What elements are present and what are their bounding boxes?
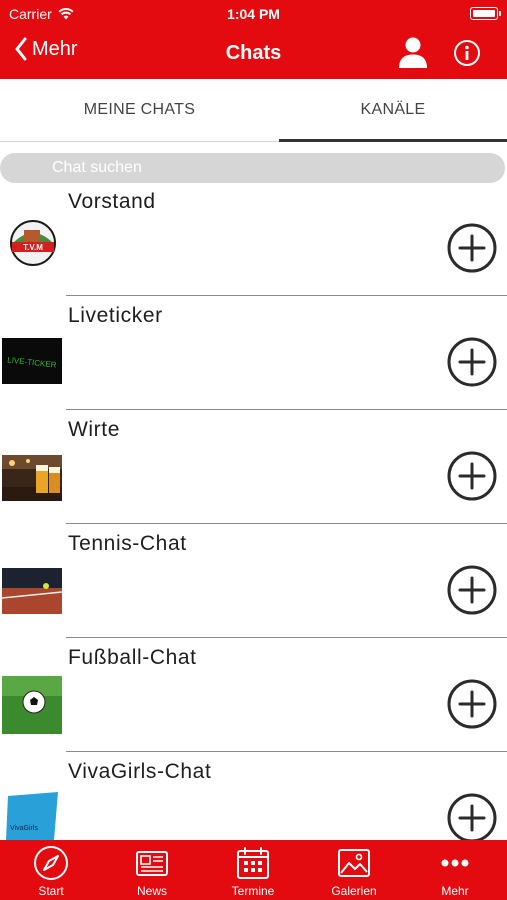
logo-text: T.V.M: [23, 243, 43, 252]
channel-avatar: [2, 568, 62, 614]
status-bar: Carrier 1:04 PM: [0, 0, 507, 27]
tab-news[interactable]: News: [102, 840, 202, 900]
list-item[interactable]: LIVE-TICKER Liveticker: [0, 296, 507, 410]
add-circle-icon[interactable]: [446, 792, 498, 840]
add-circle-icon[interactable]: [446, 564, 498, 616]
club-logo-icon: T.V.M: [2, 220, 62, 266]
football-thumbnail: [2, 676, 62, 734]
page-title: Chats: [225, 42, 282, 64]
vivagirls-thumbnail: VivaGirls: [2, 792, 62, 840]
channel-name: VivaGirls-Chat: [68, 760, 212, 783]
tab-meine-chats[interactable]: MEINE CHATS: [13, 79, 266, 141]
calendar-icon: [237, 847, 269, 879]
search-input[interactable]: [0, 153, 505, 183]
list-item[interactable]: VivaGirls VivaGirls-Chat: [0, 752, 507, 840]
channel-name: Fußball-Chat: [68, 646, 197, 669]
tab-start[interactable]: Start: [1, 840, 101, 900]
active-tab-indicator: [279, 139, 507, 142]
channel-avatar: VivaGirls: [2, 792, 62, 840]
add-circle-icon[interactable]: [446, 222, 498, 274]
channel-avatar: [2, 676, 62, 734]
channel-avatar: T.V.M: [2, 220, 62, 266]
tab-mehr[interactable]: Mehr: [405, 840, 505, 900]
tennis-court-thumbnail: [2, 568, 62, 614]
bottom-tab-bar: Start News Termine Galerien Mehr: [0, 840, 507, 900]
channel-avatar: [2, 455, 62, 501]
tab-meine-chats-label: MEINE CHATS: [83, 101, 196, 118]
newspaper-icon: [136, 851, 168, 876]
tab-termine[interactable]: Termine: [203, 840, 303, 900]
channel-name: Liveticker: [68, 304, 163, 327]
compass-icon: [34, 846, 68, 880]
search-bar: [0, 153, 505, 183]
channel-name: Tennis-Chat: [68, 532, 187, 555]
clock: 1:04 PM: [227, 6, 280, 22]
tab-label: Termine: [231, 884, 275, 898]
user-icon[interactable]: [396, 35, 430, 69]
list-item[interactable]: Wirte: [0, 410, 507, 524]
tab-label: Galerien: [331, 884, 377, 898]
info-icon[interactable]: [453, 39, 481, 67]
add-circle-icon[interactable]: [446, 450, 498, 502]
beer-glasses-thumbnail: [2, 455, 62, 501]
tab-kanaele[interactable]: KANÄLE: [279, 79, 507, 142]
more-dots-icon: [441, 859, 469, 867]
liveticker-thumbnail: LIVE-TICKER: [2, 338, 62, 384]
add-circle-icon[interactable]: [446, 336, 498, 388]
segment-tabs: MEINE CHATS KANÄLE: [0, 79, 507, 142]
tab-label: News: [136, 884, 167, 898]
image-icon: [338, 849, 370, 877]
list-item[interactable]: T.V.M Vorstand: [0, 182, 507, 296]
add-circle-icon[interactable]: [446, 678, 498, 730]
tab-label: Mehr: [441, 884, 469, 898]
tab-galerien[interactable]: Galerien: [304, 840, 404, 900]
channel-name: Vorstand: [68, 190, 156, 213]
list-item[interactable]: Tennis-Chat: [0, 524, 507, 638]
battery-icon: [470, 7, 501, 20]
channel-avatar: LIVE-TICKER: [2, 338, 62, 384]
channel-name: Wirte: [68, 418, 120, 441]
list-item[interactable]: Fußball-Chat: [0, 638, 507, 752]
tab-kanaele-label: KANÄLE: [360, 101, 426, 118]
navigation-bar: Mehr Chats: [0, 27, 507, 79]
tab-label: Start: [38, 884, 64, 898]
thumbnail-text: VivaGirls: [10, 825, 38, 832]
